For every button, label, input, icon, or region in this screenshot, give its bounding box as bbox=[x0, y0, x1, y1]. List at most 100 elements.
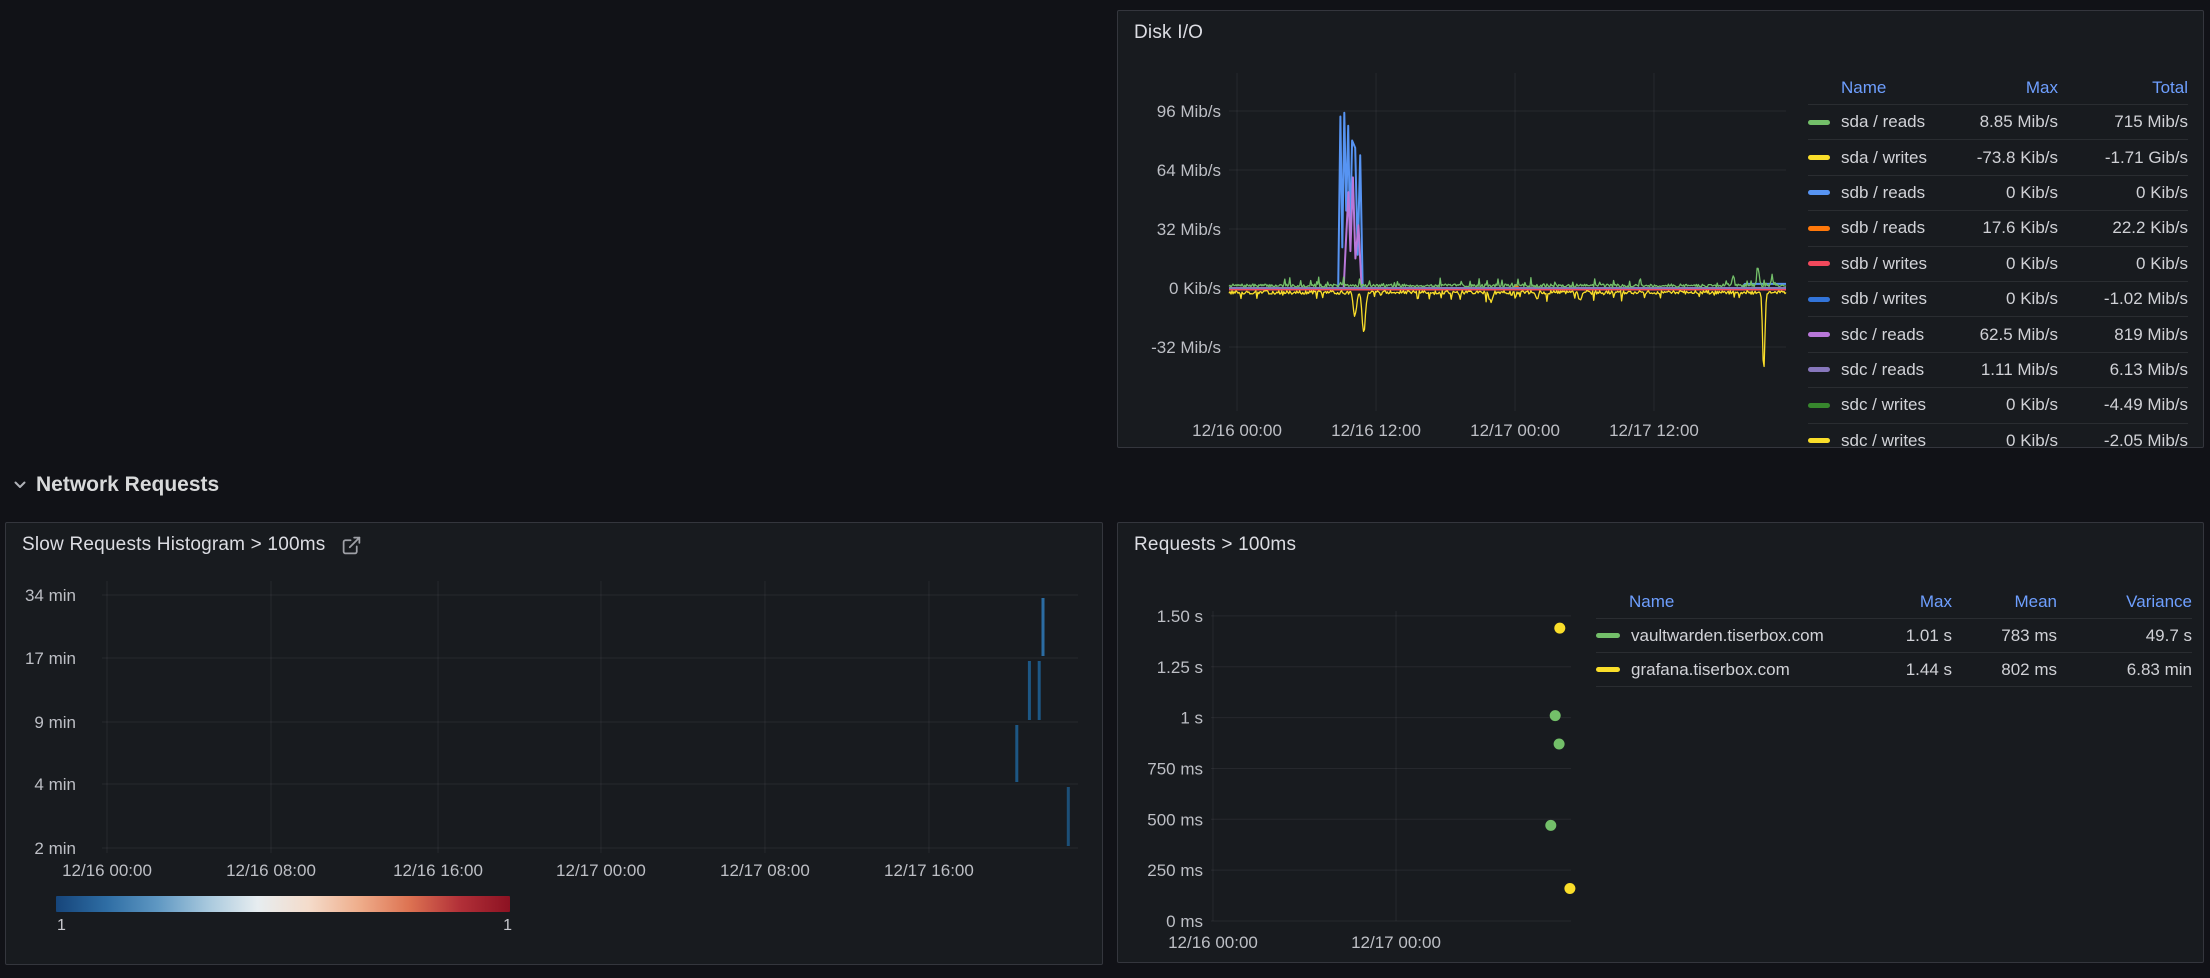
series-line-sda---writes bbox=[1229, 291, 1786, 367]
panel-slow-requests-histogram: Slow Requests Histogram > 100ms 34 min17… bbox=[5, 522, 1103, 965]
legend-series-name[interactable]: vaultwarden.tiserbox.com bbox=[1596, 626, 1857, 646]
legend-value: 802 ms bbox=[1952, 660, 2057, 680]
series-color-swatch[interactable] bbox=[1596, 667, 1620, 672]
legend-value: -2.05 Mib/s bbox=[2058, 431, 2188, 448]
series-name-label: sdc / reads bbox=[1841, 325, 1924, 345]
series-color-swatch[interactable] bbox=[1808, 120, 1830, 125]
legend-value: 1.44 s bbox=[1857, 660, 1952, 680]
legend-value: 0 Kib/s bbox=[1948, 395, 2058, 415]
x-tick-label: 12/17 08:00 bbox=[720, 861, 810, 880]
legend-value: -4.49 Mib/s bbox=[2058, 395, 2188, 415]
series-line-sdb-burst-reads bbox=[1229, 113, 1786, 288]
series-color-swatch[interactable] bbox=[1808, 367, 1830, 372]
legend-header-mean[interactable]: Mean bbox=[1952, 592, 2057, 612]
heatmap-cell bbox=[1015, 725, 1018, 782]
legend-row: grafana.tiserbox.com1.44 s802 ms6.83 min bbox=[1596, 653, 2192, 687]
y-tick-label: 500 ms bbox=[1147, 810, 1203, 829]
section-header-network-requests[interactable]: Network Requests bbox=[12, 470, 219, 500]
legend-value: 49.7 s bbox=[2057, 626, 2192, 646]
legend-header-total[interactable]: Total bbox=[2058, 78, 2188, 98]
slow-requests-heatmap-chart[interactable]: 34 min17 min9 min4 min2 min12/16 00:0012… bbox=[6, 523, 1102, 893]
chevron-down-icon[interactable] bbox=[12, 477, 28, 493]
legend-series-name[interactable]: grafana.tiserbox.com bbox=[1596, 660, 1857, 680]
series-name-label: sdb / writes bbox=[1841, 254, 1927, 274]
y-tick-label: 64 Mib/s bbox=[1157, 161, 1221, 180]
color-scale-min-label: 1 bbox=[57, 917, 66, 935]
series-line-sda---reads bbox=[1229, 268, 1786, 287]
x-tick-label: 12/16 00:00 bbox=[1192, 421, 1282, 440]
legend-value: 0 Kib/s bbox=[2058, 254, 2188, 274]
heatmap-cell bbox=[1038, 661, 1041, 720]
legend-series-name[interactable]: sdc / writes bbox=[1808, 431, 1948, 448]
legend-series-name[interactable]: sda / reads bbox=[1808, 112, 1948, 132]
legend-header-row: NameMaxMeanVariance bbox=[1596, 585, 2192, 619]
series-name-label: sda / reads bbox=[1841, 112, 1925, 132]
legend-header-name[interactable]: Name bbox=[1808, 78, 1948, 98]
x-tick-label: 12/17 00:00 bbox=[1351, 933, 1441, 952]
series-color-swatch[interactable] bbox=[1596, 633, 1620, 638]
legend-value: 62.5 Mib/s bbox=[1948, 325, 2058, 345]
y-tick-label: 32 Mib/s bbox=[1157, 220, 1221, 239]
legend-row: sdb / reads0 Kib/s0 Kib/s bbox=[1808, 176, 2188, 211]
series-name-label: sdb / reads bbox=[1841, 183, 1925, 203]
disk-io-legend: NameMaxTotalsda / reads8.85 Mib/s715 Mib… bbox=[1808, 71, 2188, 448]
y-tick-label: 0 Kib/s bbox=[1169, 279, 1221, 298]
y-tick-label: 34 min bbox=[25, 586, 76, 605]
legend-series-name[interactable]: sdb / reads bbox=[1808, 183, 1948, 203]
x-tick-label: 12/16 12:00 bbox=[1331, 421, 1421, 440]
legend-header-max[interactable]: Max bbox=[1857, 592, 1952, 612]
x-tick-label: 12/16 16:00 bbox=[393, 861, 483, 880]
x-tick-label: 12/16 08:00 bbox=[226, 861, 316, 880]
legend-header-variance[interactable]: Variance bbox=[2057, 592, 2192, 612]
legend-value: 0 Kib/s bbox=[1948, 254, 2058, 274]
legend-series-name[interactable]: sdc / reads bbox=[1808, 360, 1948, 380]
series-color-swatch[interactable] bbox=[1808, 226, 1830, 231]
series-color-swatch[interactable] bbox=[1808, 190, 1830, 195]
series-name-label: vaultwarden.tiserbox.com bbox=[1631, 626, 1824, 646]
legend-row: sdc / writes0 Kib/s-2.05 Mib/s bbox=[1808, 424, 2188, 448]
scatter-point-grafana bbox=[1554, 623, 1565, 634]
y-tick-label: 17 min bbox=[25, 649, 76, 668]
legend-series-name[interactable]: sda / writes bbox=[1808, 148, 1948, 168]
x-tick-label: 12/17 12:00 bbox=[1609, 421, 1699, 440]
legend-value: 6.83 min bbox=[2057, 660, 2192, 680]
series-name-label: sdc / writes bbox=[1841, 431, 1926, 448]
series-color-swatch[interactable] bbox=[1808, 332, 1830, 337]
y-tick-label: 750 ms bbox=[1147, 759, 1203, 778]
series-color-swatch[interactable] bbox=[1808, 297, 1830, 302]
legend-series-name[interactable]: sdc / writes bbox=[1808, 395, 1948, 415]
x-tick-label: 12/16 00:00 bbox=[62, 861, 152, 880]
legend-series-name[interactable]: sdb / writes bbox=[1808, 289, 1948, 309]
legend-series-name[interactable]: sdc / reads bbox=[1808, 325, 1948, 345]
scatter-point-grafana bbox=[1564, 883, 1575, 894]
legend-header-name[interactable]: Name bbox=[1596, 592, 1857, 612]
legend-value: 1.11 Mib/s bbox=[1948, 360, 2058, 380]
legend-header-row: NameMaxTotal bbox=[1808, 71, 2188, 105]
x-tick-label: 12/17 00:00 bbox=[1470, 421, 1560, 440]
legend-series-name[interactable]: sdb / reads bbox=[1808, 218, 1948, 238]
y-tick-label: 1 s bbox=[1180, 709, 1203, 728]
panel-requests-gt-100ms: Requests > 100ms 1.50 s1.25 s1 s750 ms50… bbox=[1117, 522, 2204, 963]
legend-value: 22.2 Kib/s bbox=[2058, 218, 2188, 238]
y-tick-label: -32 Mib/s bbox=[1151, 338, 1221, 357]
legend-value: 819 Mib/s bbox=[2058, 325, 2188, 345]
y-tick-label: 1.25 s bbox=[1157, 658, 1203, 677]
legend-row: sdc / writes0 Kib/s-4.49 Mib/s bbox=[1808, 388, 2188, 423]
section-title: Network Requests bbox=[36, 473, 219, 497]
series-color-swatch[interactable] bbox=[1808, 155, 1830, 160]
legend-row: sdc / reads1.11 Mib/s6.13 Mib/s bbox=[1808, 353, 2188, 388]
series-color-swatch[interactable] bbox=[1808, 403, 1830, 408]
legend-value: -1.71 Gib/s bbox=[2058, 148, 2188, 168]
series-color-swatch[interactable] bbox=[1808, 261, 1830, 266]
legend-series-name[interactable]: sdb / writes bbox=[1808, 254, 1948, 274]
series-name-label: sda / writes bbox=[1841, 148, 1927, 168]
legend-value: 0 Kib/s bbox=[1948, 289, 2058, 309]
legend-header-max[interactable]: Max bbox=[1948, 78, 2058, 98]
legend-row: sda / reads8.85 Mib/s715 Mib/s bbox=[1808, 105, 2188, 140]
y-tick-label: 0 ms bbox=[1166, 912, 1203, 931]
y-tick-label: 4 min bbox=[34, 775, 76, 794]
legend-value: -1.02 Mib/s bbox=[2058, 289, 2188, 309]
series-color-swatch[interactable] bbox=[1808, 438, 1830, 443]
y-tick-label: 1.50 s bbox=[1157, 607, 1203, 626]
legend-value: 715 Mib/s bbox=[2058, 112, 2188, 132]
